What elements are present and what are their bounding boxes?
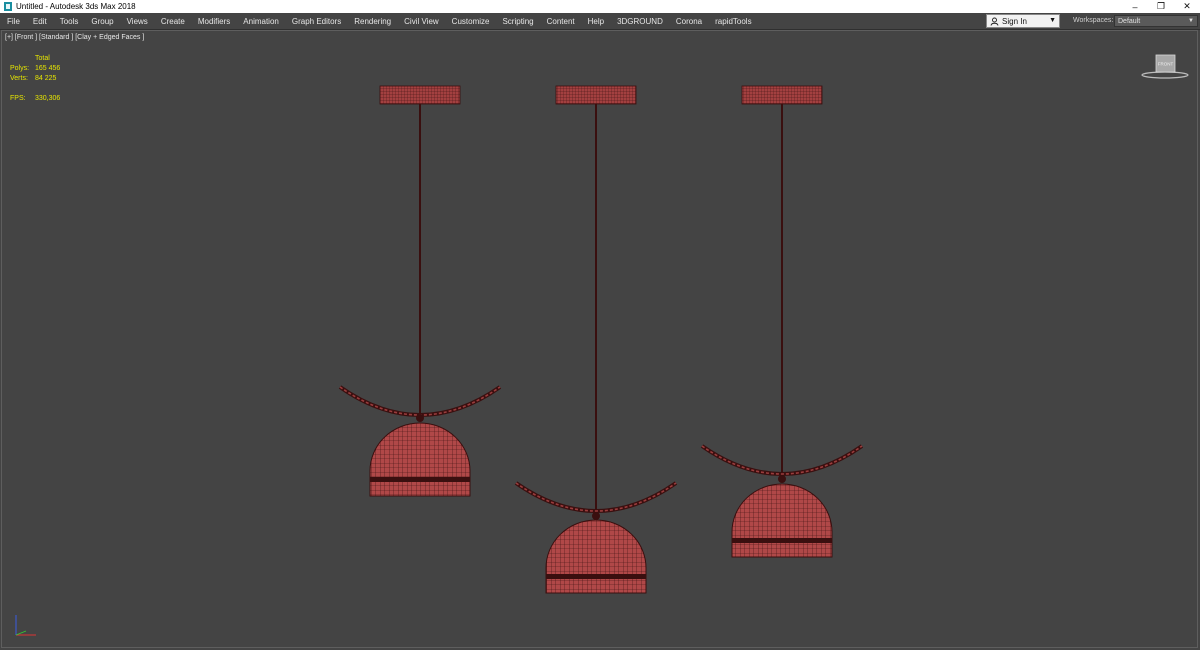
hub-center <box>592 512 600 520</box>
canopy-center <box>555 85 637 105</box>
workspace-value: Default <box>1118 18 1141 25</box>
restore-button[interactable]: ❐ <box>1148 0 1174 13</box>
menu-content[interactable]: Content <box>540 17 581 26</box>
menu-graph-editors[interactable]: Graph Editors <box>285 17 347 26</box>
sign-in-dropdown[interactable]: Sign In ▼ <box>986 14 1060 28</box>
window-title: Untitled - Autodesk 3ds Max 2018 <box>16 2 136 11</box>
menu-rendering[interactable]: Rendering <box>347 17 397 26</box>
menu-tools[interactable]: Tools <box>53 17 85 26</box>
shade-right <box>731 483 833 558</box>
menu-file[interactable]: File <box>0 17 26 26</box>
pendant-lamp-right[interactable] <box>700 85 864 558</box>
menu-views[interactable]: Views <box>120 17 154 26</box>
menu-civil-view[interactable]: Civil View <box>397 17 445 26</box>
hub-left <box>416 414 424 422</box>
pendant-lamp-center[interactable] <box>514 85 678 594</box>
menu-scripting[interactable]: Scripting <box>495 17 539 26</box>
menu-group[interactable]: Group <box>84 17 119 26</box>
chevron-down-icon: ▼ <box>1049 17 1056 24</box>
pendant-lamp-left[interactable] <box>338 85 502 497</box>
menu-3dground[interactable]: 3DGROUND <box>610 17 669 26</box>
menu-edit[interactable]: Edit <box>26 17 53 26</box>
shade-left <box>369 422 471 497</box>
close-button[interactable]: ✕ <box>1174 0 1200 13</box>
menu-corona[interactable]: Corona <box>669 17 708 26</box>
title-bar: Untitled - Autodesk 3ds Max 2018 – ❐ ✕ <box>0 0 1200 13</box>
minimize-button[interactable]: – <box>1122 0 1148 13</box>
menu-create[interactable]: Create <box>154 17 191 26</box>
workspace-select[interactable]: Default ▼ <box>1114 15 1198 27</box>
menu-help[interactable]: Help <box>581 17 610 26</box>
front-viewport[interactable]: [+] [Front ] [Standard ] [Clay + Edged F… <box>1 30 1198 648</box>
window-controls: – ❐ ✕ <box>1122 0 1200 13</box>
hub-right <box>778 475 786 483</box>
shade-center <box>545 519 647 594</box>
app-3dsmax-icon[interactable] <box>4 2 12 11</box>
menu-customize[interactable]: Customize <box>445 17 496 26</box>
user-icon <box>990 17 999 26</box>
workspaces-label: Workspaces: <box>1073 17 1114 24</box>
menu-modifiers[interactable]: Modifiers <box>191 17 236 26</box>
chevron-down-icon: ▼ <box>1188 18 1194 24</box>
canopy-right <box>741 85 823 105</box>
canopy-left <box>379 85 461 105</box>
menu-animation[interactable]: Animation <box>236 17 285 26</box>
sign-in-label: Sign In <box>1002 16 1027 26</box>
scene-geometry[interactable] <box>2 31 1197 647</box>
menu-rapidtools[interactable]: rapidTools <box>708 17 757 26</box>
